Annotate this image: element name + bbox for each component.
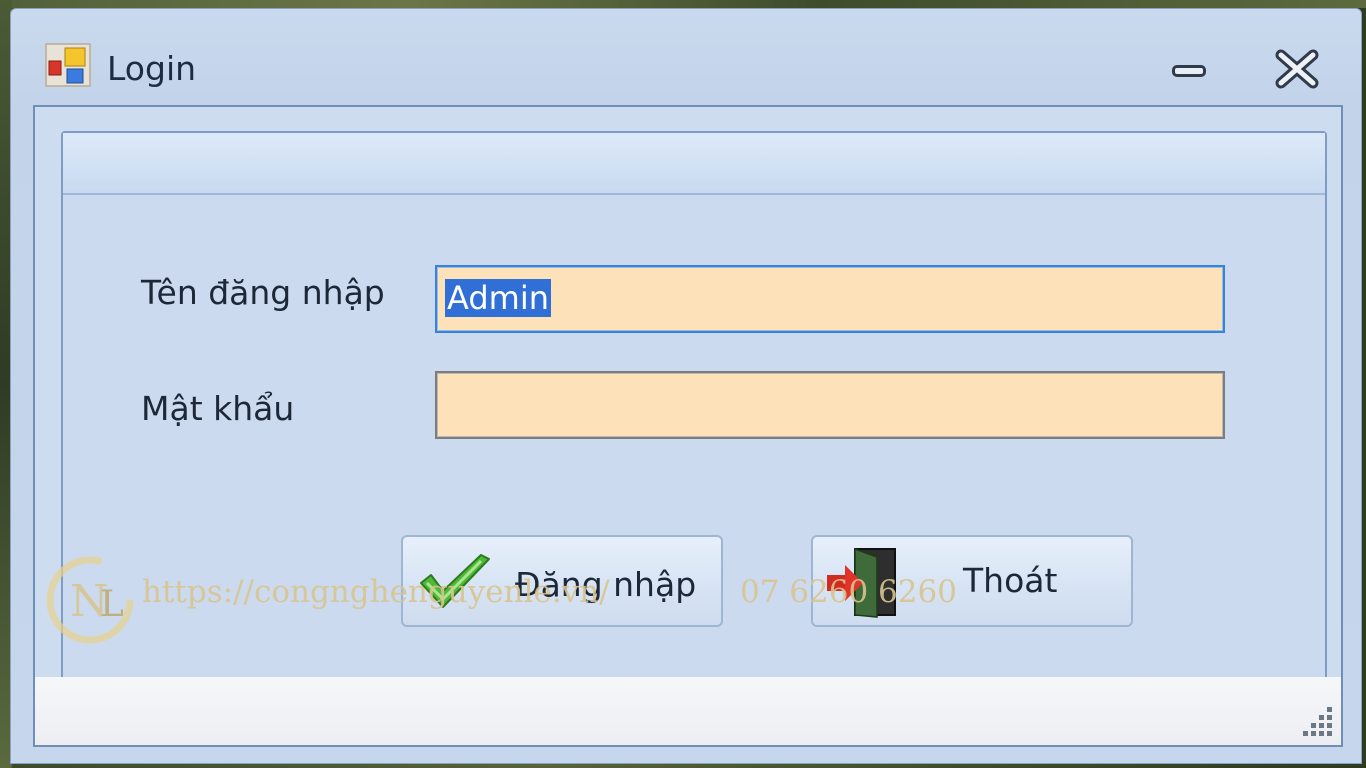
close-icon	[1275, 49, 1319, 89]
window-title: Login	[107, 49, 197, 88]
watermark-url: https://congnghenguyenle.vn/	[142, 574, 610, 610]
desktop-background-top	[0, 0, 1366, 8]
watermark-logo: N L	[46, 556, 134, 644]
username-label: Tên đăng nhập	[141, 273, 385, 312]
panel-header	[63, 133, 1325, 195]
login-window: Login Tên đăng nhập Admin Mật khẩu Đăng …	[10, 8, 1362, 764]
app-form-icon	[45, 43, 91, 87]
client-area: Tên đăng nhập Admin Mật khẩu Đăng nhập T…	[33, 105, 1343, 747]
minimize-icon	[1172, 65, 1206, 77]
status-bar	[35, 677, 1341, 745]
resize-grip-icon[interactable]	[1297, 701, 1337, 741]
close-button[interactable]	[1269, 45, 1325, 93]
exit-button-label: Thoát	[963, 561, 1058, 600]
password-input[interactable]	[435, 371, 1225, 439]
svg-text:L: L	[100, 584, 124, 625]
title-bar[interactable]: Login	[11, 9, 1361, 105]
password-label: Mật khẩu	[141, 389, 295, 428]
minimize-button[interactable]	[1161, 51, 1217, 91]
watermark-phone: 07 6260 6260	[740, 574, 957, 610]
username-input[interactable]: Admin	[435, 265, 1225, 333]
username-value: Admin	[445, 279, 551, 317]
